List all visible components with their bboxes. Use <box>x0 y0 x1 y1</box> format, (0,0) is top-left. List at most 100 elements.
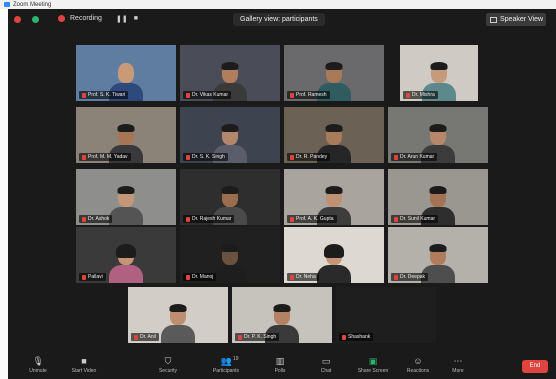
participant-tile[interactable]: Dr. Rajesh Kumar <box>180 169 280 225</box>
poll-icon: ▥ <box>275 356 285 366</box>
participant-name: Dr. Anil <box>140 334 156 340</box>
smiley-icon: ☺ <box>413 356 423 366</box>
participant-tile[interactable]: Dr. P. K. Singh <box>232 287 332 343</box>
toolbar-label: Reactions <box>406 368 430 374</box>
muted-mic-icon <box>186 274 190 280</box>
participant-name-tag: Shashank <box>339 333 374 341</box>
participant-tile[interactable]: Dr. Arun Kumar <box>388 107 488 163</box>
end-meeting-button[interactable]: End <box>522 360 548 373</box>
share-screen-icon: ▣ <box>368 356 378 366</box>
muted-mic-icon <box>290 154 294 160</box>
participant-tile[interactable]: Pallavi <box>76 227 176 283</box>
participant-tile[interactable]: Prof. S. K. Tiwari <box>76 45 176 101</box>
participant-name: Dr. Deepak <box>400 274 426 280</box>
participant-name-tag: Dr. Vikas Kumar <box>183 91 232 99</box>
window-title: Zoom Meeting <box>13 1 52 8</box>
muted-mic-icon <box>186 154 190 160</box>
toolbar-unmute-button[interactable]: 🎙 Unmute <box>18 356 58 374</box>
participant-tile[interactable]: Dr. S. K. Singh <box>180 107 280 163</box>
toolbar-more-button[interactable]: ⋯ More <box>438 356 478 374</box>
participant-tile[interactable]: Dr. Vikas Kumar <box>180 45 280 101</box>
participant-tile[interactable]: Prof. Ramesh <box>284 45 384 101</box>
participant-tile[interactable]: Prof. M. M. Yadav <box>76 107 176 163</box>
participant-tile[interactable]: Dr. Ashok <box>76 169 176 225</box>
participant-name-tag: Prof. A. K. Gupta <box>287 215 337 223</box>
participant-video <box>317 244 351 283</box>
meeting-topbar: Recording ❚❚ ■ Gallery view: participant… <box>8 9 556 31</box>
participant-name-tag: Dr. R. Pandey <box>287 153 331 161</box>
participant-tile[interactable]: Dr. Manoj <box>180 227 280 283</box>
participant-name-tag: Prof. S. K. Tiwari <box>79 91 129 99</box>
participant-name: Dr. Neha <box>296 274 316 280</box>
recording-controls: ❚❚ ■ <box>116 15 138 23</box>
security-status-icon[interactable] <box>14 16 21 23</box>
toolbar-share-screen-button[interactable]: ▣ Share Screen <box>353 356 393 374</box>
participant-tile[interactable]: Dr. Anil <box>128 287 228 343</box>
participant-video <box>109 186 143 225</box>
participant-name-tag: Dr. S. K. Singh <box>183 153 228 161</box>
participant-video <box>213 244 247 283</box>
participant-tile[interactable]: Dr. Neha <box>284 227 384 283</box>
muted-mic-icon <box>394 274 398 280</box>
participant-tile[interactable]: Dr. R. Pandey <box>284 107 384 163</box>
participant-tile[interactable]: Dr. Mishra <box>400 45 478 101</box>
participant-name-tag: Dr. Rajesh Kumar <box>183 215 235 223</box>
toolbar-chat-button[interactable]: ▭ Chat <box>306 356 346 374</box>
pause-recording-icon[interactable]: ❚❚ <box>116 15 128 23</box>
toolbar-polls-button[interactable]: ▥ Polls <box>260 356 300 374</box>
toolbar-start-video-button[interactable]: ■ Start Video <box>64 356 104 374</box>
connection-status-icon[interactable] <box>32 16 39 23</box>
participant-tile[interactable]: Dr. Sunil Kumar <box>388 169 488 225</box>
muted-mic-icon <box>82 216 86 222</box>
participant-name-tag: Dr. Arun Kumar <box>391 153 438 161</box>
recording-indicator: Recording <box>58 15 102 22</box>
toolbar-label: Chat <box>320 368 332 374</box>
muted-mic-icon <box>186 92 190 98</box>
participant-name-tag: Dr. Neha <box>287 273 319 281</box>
toolbar-label: Unmute <box>29 368 47 374</box>
recording-dot-icon <box>58 15 65 22</box>
participant-name: Dr. P. K. Singh <box>244 334 277 340</box>
participant-tile[interactable]: Prof. A. K. Gupta <box>284 169 384 225</box>
participant-name-tag: Dr. Ashok <box>79 215 113 223</box>
participant-name-tag: Dr. Anil <box>131 333 159 341</box>
toolbar-label: Polls <box>274 368 286 374</box>
chat-icon: ▭ <box>321 356 331 366</box>
toolbar-label: More <box>452 368 464 374</box>
participant-name: Dr. Mishra <box>412 92 435 98</box>
participant-name: Prof. M. M. Yadav <box>88 154 128 160</box>
participant-name: Prof. A. K. Gupta <box>296 216 334 222</box>
speaker-view-button[interactable]: Speaker View <box>486 13 546 26</box>
participant-name: Dr. Ashok <box>88 216 110 222</box>
more-icon: ⋯ <box>453 356 463 366</box>
camera-icon: ■ <box>81 356 87 366</box>
participant-name: Dr. R. Pandey <box>296 154 328 160</box>
muted-mic-icon <box>134 334 138 340</box>
gallery-view-label: Gallery view: participants <box>233 13 325 26</box>
meeting-toolbar: 🎙 Unmute ■ Start Video ⛉ Security 👥 Participant… <box>8 353 556 379</box>
participant-name-tag: Dr. P. K. Singh <box>235 333 280 341</box>
muted-mic-icon <box>82 92 86 98</box>
participant-name: Dr. Vikas Kumar <box>192 92 229 98</box>
muted-mic-icon <box>394 154 398 160</box>
meeting-window: Recording ❚❚ ■ Gallery view: participant… <box>8 9 556 379</box>
participant-name: Prof. Ramesh <box>296 92 327 98</box>
recording-label: Recording <box>70 15 102 22</box>
muted-mic-icon <box>290 92 294 98</box>
toolbar-reactions-button[interactable]: ☺ Reactions <box>398 356 438 374</box>
zoom-app-icon <box>4 2 10 7</box>
participant-name-tag: Dr. Mishra <box>403 91 438 99</box>
toolbar-participants-button[interactable]: 👥 Participants 19 <box>206 356 246 374</box>
participant-name: Dr. Arun Kumar <box>400 154 435 160</box>
participant-name-tag: Dr. Deepak <box>391 273 429 281</box>
participant-name: Shashank <box>348 334 371 340</box>
participant-tile[interactable]: Shashank <box>336 287 436 343</box>
participant-name: Dr. S. K. Singh <box>192 154 225 160</box>
participant-tile[interactable]: Dr. Deepak <box>388 227 488 283</box>
toolbar-security-button[interactable]: ⛉ Security <box>148 356 188 374</box>
participant-name: Pallavi <box>88 274 103 280</box>
muted-mic-icon <box>290 274 294 280</box>
toolbar-label: Share Screen <box>357 368 389 374</box>
window-titlebar: Zoom Meeting <box>0 0 556 9</box>
stop-recording-icon[interactable]: ■ <box>134 15 138 23</box>
